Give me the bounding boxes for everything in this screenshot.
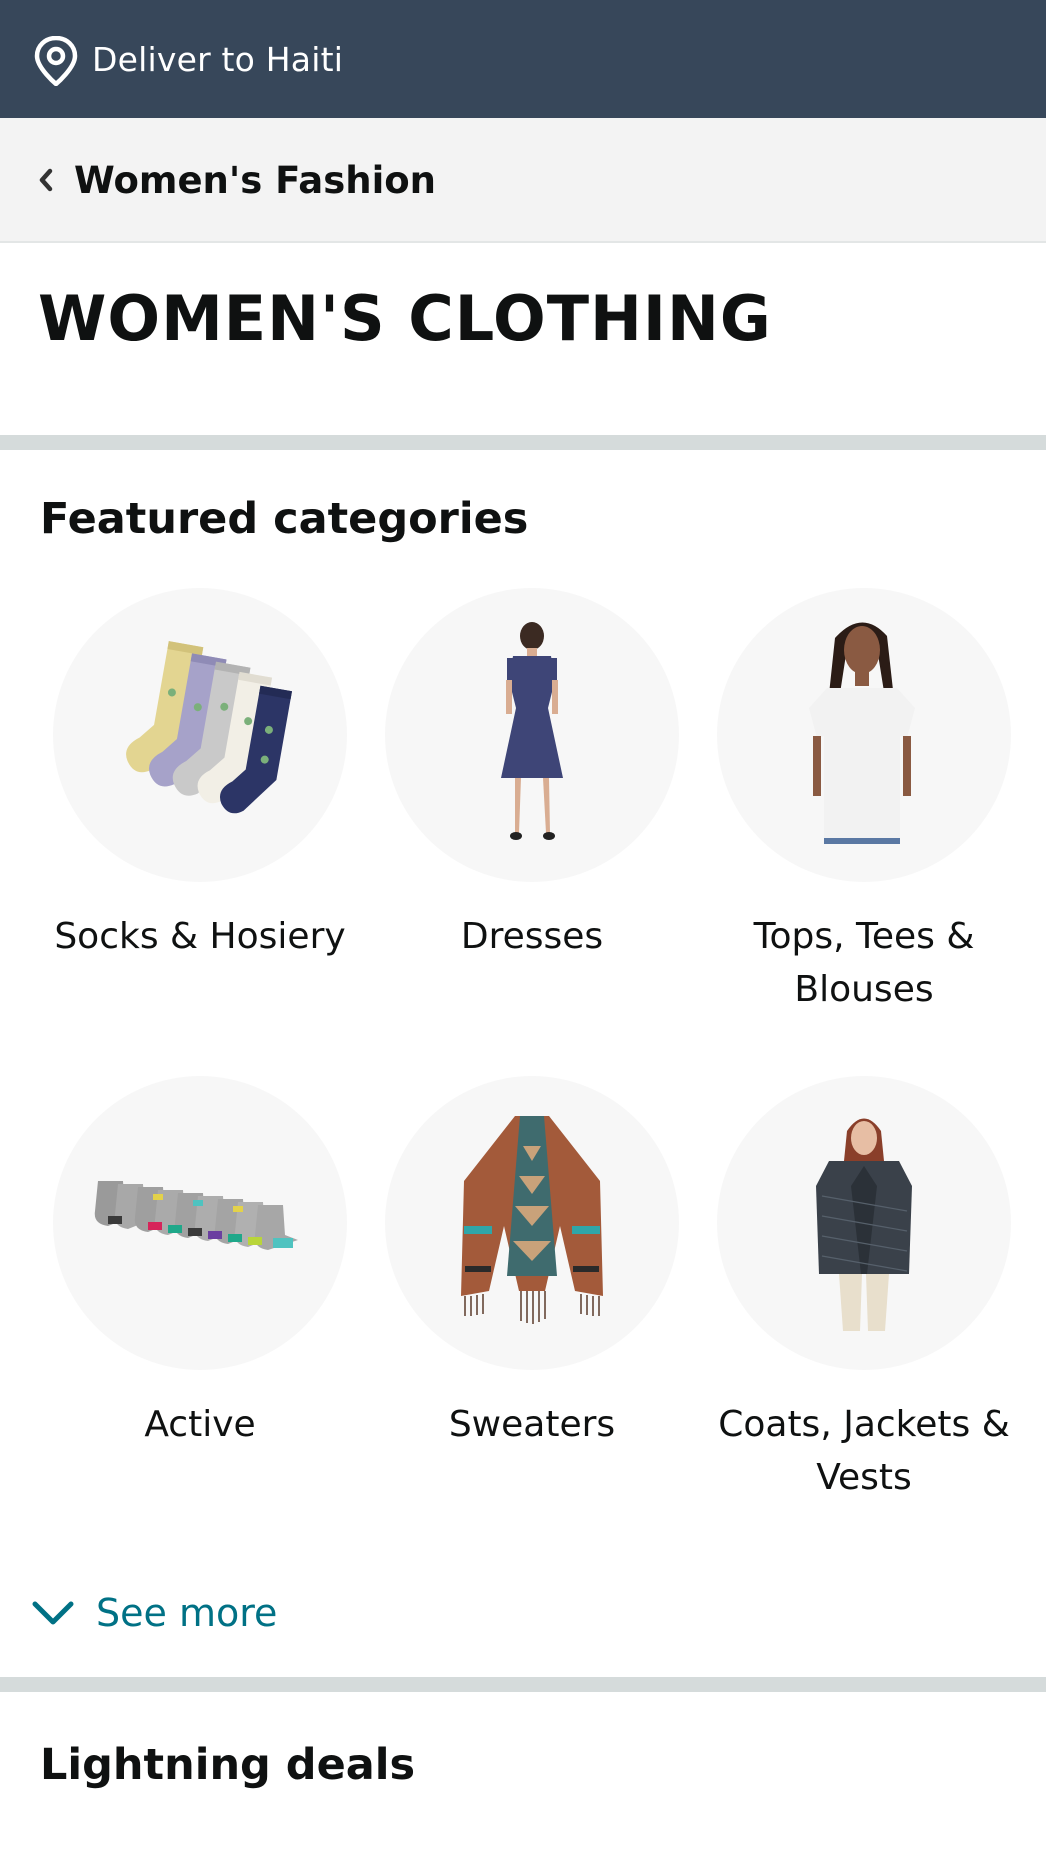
featured-categories-heading: Featured categories (40, 494, 529, 544)
category-image[interactable] (53, 1076, 347, 1370)
section-divider (0, 435, 1046, 450)
category-image[interactable] (717, 1076, 1011, 1370)
breadcrumb-womens-fashion-link[interactable]: Women's Fashion (74, 158, 436, 204)
location-pin-icon (34, 36, 78, 86)
category-image[interactable] (385, 1076, 679, 1370)
category-coats-jackets-vests[interactable]: Coats, Jackets & Vests (699, 1076, 1029, 1504)
dress-image (501, 622, 563, 840)
category-label: Sweaters (448, 1404, 616, 1445)
t-shirt-model-image (809, 622, 915, 844)
chevron-down-icon (32, 1601, 74, 1625)
category-label: Tops, Tees & Blouses (753, 916, 975, 1010)
category-label: Dresses (460, 916, 604, 957)
category-active[interactable]: Active (35, 1076, 365, 1451)
category-label: Coats, Jackets & Vests (718, 1404, 1010, 1498)
deliver-to-label: Deliver to Haiti (92, 40, 344, 79)
category-dresses[interactable]: Dresses (367, 588, 697, 963)
category-socks-hosiery[interactable]: Socks & Hosiery (35, 588, 365, 963)
breadcrumb[interactable]: Women's Fashion (0, 118, 1046, 243)
category-image[interactable] (385, 588, 679, 882)
section-divider (0, 1677, 1046, 1692)
poncho-sweater-image (461, 1116, 603, 1324)
category-label: Active (144, 1404, 256, 1445)
delivery-bar[interactable]: Deliver to Haiti (0, 0, 1046, 118)
page-title: WOMEN'S CLOTHING (38, 282, 772, 355)
socks-image (126, 641, 292, 814)
category-sweaters[interactable]: Sweaters (367, 1076, 697, 1451)
see-more-label: See more (96, 1591, 278, 1635)
see-more-button[interactable]: See more (30, 1583, 277, 1643)
category-tops-tees-blouses[interactable]: Tops, Tees & Blouses (699, 588, 1029, 1016)
lightning-deals-heading: Lightning deals (40, 1740, 416, 1790)
category-image[interactable] (717, 588, 1011, 882)
ankle-socks-image (94, 1181, 298, 1250)
category-label: Socks & Hosiery (54, 916, 346, 957)
chevron-left-icon (39, 168, 53, 192)
category-image[interactable] (53, 588, 347, 882)
jacket-model-image (816, 1118, 912, 1331)
